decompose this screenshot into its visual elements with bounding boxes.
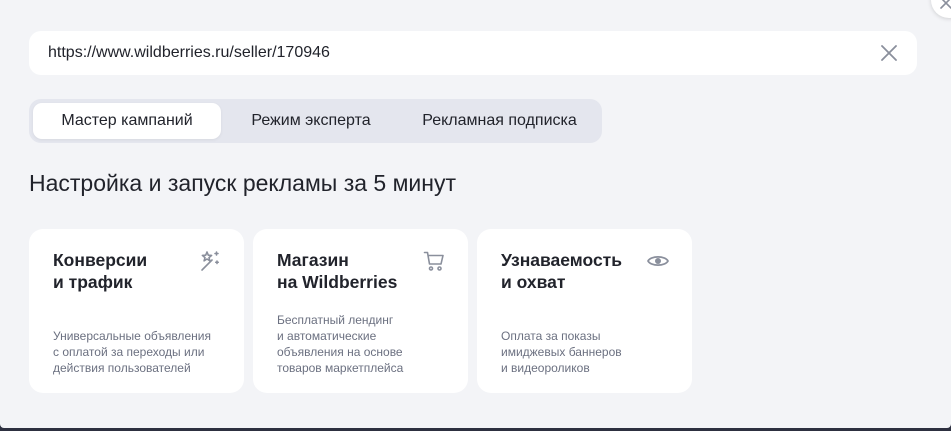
card-awareness-reach[interactable]: Узнаваемость и охват Оплата за показы им… — [477, 229, 692, 393]
magic-wand-icon — [201, 251, 220, 271]
card-description: Универсальные объявления с оплатой за пе… — [53, 328, 228, 376]
card-description-line: имиджевых баннеров — [501, 345, 622, 359]
url-input[interactable] — [29, 31, 869, 75]
url-field — [29, 31, 917, 75]
tab-ad-subscription[interactable]: Рекламная подписка — [401, 103, 598, 139]
card-title: Магазин на Wildberries — [277, 249, 427, 293]
card-title-line: и трафик — [53, 272, 133, 292]
card-title: Узнаваемость и охват — [501, 249, 651, 293]
modal-close-button[interactable] — [931, 0, 951, 18]
campaign-mode-tabs: Мастер кампаний Режим эксперта Рекламная… — [29, 99, 602, 143]
card-description-line: действия пользователей — [53, 361, 191, 375]
card-description: Бесплатный лендинг и автоматические объя… — [277, 312, 452, 376]
card-title-line: на Wildberries — [277, 272, 398, 292]
page-title: Настройка и запуск рекламы за 5 минут — [29, 170, 456, 196]
card-title: Конверсии и трафик — [53, 249, 203, 293]
card-description-line: товаров маркетплейса — [277, 361, 404, 375]
card-description-line: объявления на основе — [277, 345, 403, 359]
card-title-line: и охват — [501, 272, 566, 292]
card-description-line: Бесплатный лендинг — [277, 313, 394, 327]
card-description-line: и автоматические — [277, 329, 377, 343]
close-icon — [940, 0, 951, 9]
card-description-line: Оплата за показы — [501, 329, 601, 343]
close-icon[interactable] — [879, 43, 899, 63]
eye-icon — [647, 255, 669, 267]
campaign-modal: Мастер кампаний Режим эксперта Рекламная… — [0, 0, 951, 428]
card-wildberries-store[interactable]: Магазин на Wildberries Бесплатный лендин… — [253, 229, 468, 393]
card-title-line: Магазин — [277, 250, 349, 270]
card-description-line: Универсальные объявления — [53, 329, 211, 343]
card-conversions-traffic[interactable]: Конверсии и трафик Универсальные объявле… — [29, 229, 244, 393]
cart-icon — [423, 251, 444, 271]
tab-campaign-wizard[interactable]: Мастер кампаний — [33, 103, 221, 139]
card-title-line: Конверсии — [53, 250, 148, 270]
card-description: Оплата за показы имиджевых баннеров и ви… — [501, 328, 676, 376]
tab-expert-mode[interactable]: Режим эксперта — [231, 103, 391, 139]
card-title-line: Узнаваемость — [501, 250, 623, 270]
card-description-line: с оплатой за переходы или — [53, 345, 205, 359]
card-description-line: и видеороликов — [501, 361, 590, 375]
